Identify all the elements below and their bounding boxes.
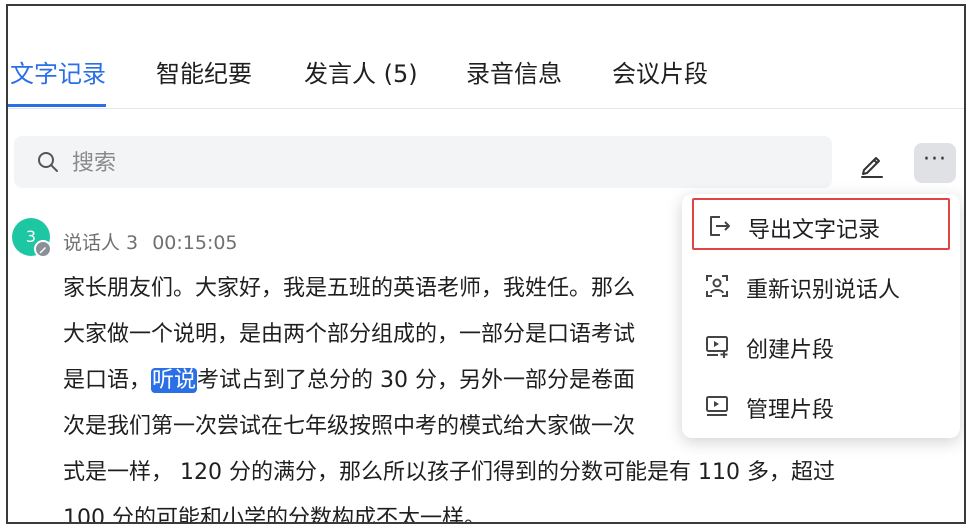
menu-item-reidentify-speaker[interactable]: 重新识别说话人 [692,260,950,312]
transcript-line-with-highlight: 是口语，听说考试占到了总分的 30 分，另外一部分是卷面 [63,362,635,394]
edit-icon[interactable] [854,146,890,182]
export-icon [710,216,730,236]
more-options-menu: 导出文字记录 重新识别说话人 创建片段 管理片段 [682,194,960,438]
menu-item-export-transcript[interactable]: 导出文字记录 [692,198,950,250]
search-box[interactable] [14,136,832,188]
create-clip-icon [706,336,728,358]
tab-recording-info[interactable]: 录音信息 [466,54,562,89]
menu-item-create-clip[interactable]: 创建片段 [692,320,950,372]
transcript-line: 家长朋友们。大家好，我是五班的英语老师，我姓任。那么 [63,276,636,301]
search-icon [38,152,58,172]
menu-item-label: 创建片段 [746,338,835,363]
menu-item-label: 重新识别说话人 [746,278,901,303]
transcript-line: 100 分的可能和小学的分数构成不太一样。 [63,506,486,524]
menu-item-label: 导出文字记录 [748,218,881,243]
highlighted-word[interactable]: 听说 [151,368,198,393]
speaker-name[interactable]: 说话人 3 [63,232,138,254]
transcript-text: 是口语， [63,368,152,393]
tab-bar: 文字记录 智能纪要 发言人 (5) 录音信息 会议片段 [8,6,964,109]
menu-item-label: 管理片段 [746,398,835,423]
reidentify-speaker-icon [706,275,728,297]
transcript-text: 考试占到了总分的 30 分，另外一部分是卷面 [197,368,636,393]
more-options-button[interactable]: ··· [914,143,956,183]
tab-speakers[interactable]: 发言人 (5) [304,54,418,89]
tab-transcript[interactable]: 文字记录 [10,54,106,89]
transcript-line: 式是一样， 120 分的满分，那么所以孩子们得到的分数可能是有 110 多，超过 [63,460,835,485]
timestamp[interactable]: 00:15:05 [152,232,237,254]
menu-item-manage-clips[interactable]: 管理片段 [692,380,950,432]
transcript-line: 大家做一个说明，是由两个部分组成的，一部分是口语考试 [63,322,636,347]
speaker-info: 说话人 3 00:15:05 [63,228,246,255]
app-frame: 文字记录 智能纪要 发言人 (5) 录音信息 会议片段 ··· 3 说话人 3 … [6,4,966,524]
manage-clip-icon [706,396,728,416]
ellipsis-icon: ··· [923,147,947,172]
search-input[interactable] [70,144,814,182]
transcript-line: 次是我们第一次尝试在七年级按照中考的模式给大家做一次 [63,414,636,439]
tab-meeting-clips[interactable]: 会议片段 [612,54,708,89]
edit-speaker-badge-icon[interactable] [34,240,52,258]
active-tab-indicator [8,104,106,107]
tab-smart-summary[interactable]: 智能纪要 [156,54,252,89]
